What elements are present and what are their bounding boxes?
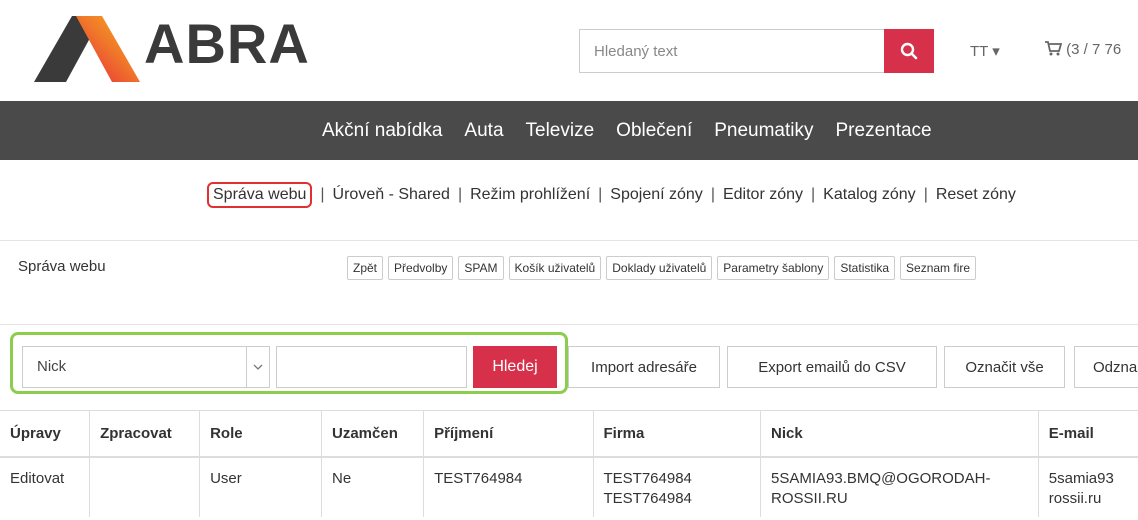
cell-email-line: rossii.ru (1048, 490, 1102, 507)
users-table: Úpravy Zpracovat Role Uzamčen Příjmení F… (0, 410, 1138, 520)
admin-link-uroven-shared[interactable]: Úroveň - Shared (333, 186, 450, 204)
tool-button-seznam-fire[interactable]: Seznam fire (900, 256, 977, 280)
admin-link-reset-zony[interactable]: Reset zóny (936, 186, 1016, 204)
nav-item-auta[interactable]: Auta (464, 120, 503, 142)
nav-item-televize[interactable]: Televize (526, 120, 595, 142)
site-header: ABRA TT ▾ (3 / 7 76 (0, 0, 1138, 100)
main-nav: Akční nabídka Auta Televize Oblečení Pne… (0, 101, 1138, 160)
separator: | (598, 186, 603, 203)
column-header[interactable]: Nick (760, 410, 1039, 458)
tool-button-predvolby[interactable]: Předvolby (388, 256, 454, 280)
logo-text: ABRA (144, 12, 310, 75)
table-row: Editovat User Ne TEST764984 TEST764984 T… (0, 457, 1138, 517)
filter-field-select[interactable]: Nick (22, 346, 270, 388)
cell-nick-line: 5SAMIA93.BMQ@OGORODAH- (771, 470, 991, 487)
cell-firma-line: TEST764984 (603, 490, 692, 507)
export-emailu-button[interactable]: Export emailů do CSV (727, 346, 937, 388)
separator: | (811, 186, 816, 203)
search-input[interactable] (579, 29, 884, 73)
admin-link-sprava-webu[interactable]: Správa webu (207, 182, 313, 208)
tool-buttons: Zpět Předvolby SPAM Košík uživatelů Dokl… (347, 256, 981, 280)
tool-button-parametry-sablony[interactable]: Parametry šablony (717, 256, 830, 280)
admin-link-katalog-zony[interactable]: Katalog zóny (823, 186, 916, 204)
hledej-button[interactable]: Hledej (473, 346, 557, 388)
admin-links: Správa webu | Úroveň - Shared | Režim pr… (207, 180, 1016, 210)
admin-link-spojeni-zony[interactable]: Spojení zóny (610, 186, 703, 204)
cart-icon (1045, 41, 1063, 56)
tool-button-zpet[interactable]: Zpět (347, 256, 384, 280)
search-button[interactable] (884, 29, 934, 73)
chevron-down-icon (246, 347, 269, 387)
separator: | (923, 186, 928, 203)
column-header[interactable]: E-mail (1037, 410, 1138, 458)
filter-text-input[interactable] (276, 346, 467, 388)
column-header[interactable]: Uzamčen (320, 410, 424, 458)
nav-item-prezentace[interactable]: Prezentace (836, 120, 932, 142)
separator: | (457, 186, 463, 203)
nav-item-akcni-nabidka[interactable]: Akční nabídka (322, 120, 442, 142)
nav-item-obleceni[interactable]: Oblečení (616, 120, 692, 142)
cart-summary: (3 / 7 76 (1066, 41, 1122, 58)
section-title: Správa webu (18, 258, 106, 275)
user-menu[interactable]: TT ▾ (970, 42, 1000, 60)
tool-button-doklady-uzivatelu[interactable]: Doklady uživatelů (606, 256, 713, 280)
tool-button-statistika[interactable]: Statistika (834, 256, 896, 280)
nav-item-pneumatiky[interactable]: Pneumatiky (714, 120, 813, 142)
cell-prijmeni: TEST764984 (434, 470, 523, 487)
edit-link[interactable]: Editovat (10, 470, 64, 487)
admin-link-rezim-prohlizeni[interactable]: Režim prohlížení (470, 186, 590, 204)
oznacit-vse-button[interactable]: Označit vše (944, 346, 1065, 388)
cart-link[interactable]: (3 / 7 76 (1044, 40, 1121, 58)
divider (0, 240, 1138, 241)
column-header[interactable]: Příjmení (423, 410, 593, 458)
separator: | (320, 186, 325, 203)
cell-uzamcen: Ne (332, 470, 352, 487)
admin-link-editor-zony[interactable]: Editor zóny (723, 186, 803, 204)
cell-nick-line: ROSSII.RU (771, 490, 848, 507)
column-header[interactable]: Firma (592, 410, 761, 458)
cell-email-line: 5samia93 (1048, 470, 1114, 487)
filter-field-value: Nick (37, 358, 67, 375)
search-icon (900, 42, 918, 60)
tool-button-kosik-uzivatelu[interactable]: Košík uživatelů (508, 256, 602, 280)
divider (0, 324, 1138, 325)
column-header[interactable]: Role (199, 410, 322, 458)
cell-role: User (210, 470, 242, 487)
odznacit-button[interactable]: Odzna (1074, 346, 1138, 388)
column-header[interactable]: Zpracovat (89, 410, 200, 458)
cell-firma-line: TEST764984 (603, 470, 692, 487)
tool-button-spam[interactable]: SPAM (458, 256, 504, 280)
import-adresare-button[interactable]: Import adresáře (568, 346, 720, 388)
separator: | (710, 186, 715, 203)
column-header[interactable]: Úpravy (0, 410, 90, 458)
